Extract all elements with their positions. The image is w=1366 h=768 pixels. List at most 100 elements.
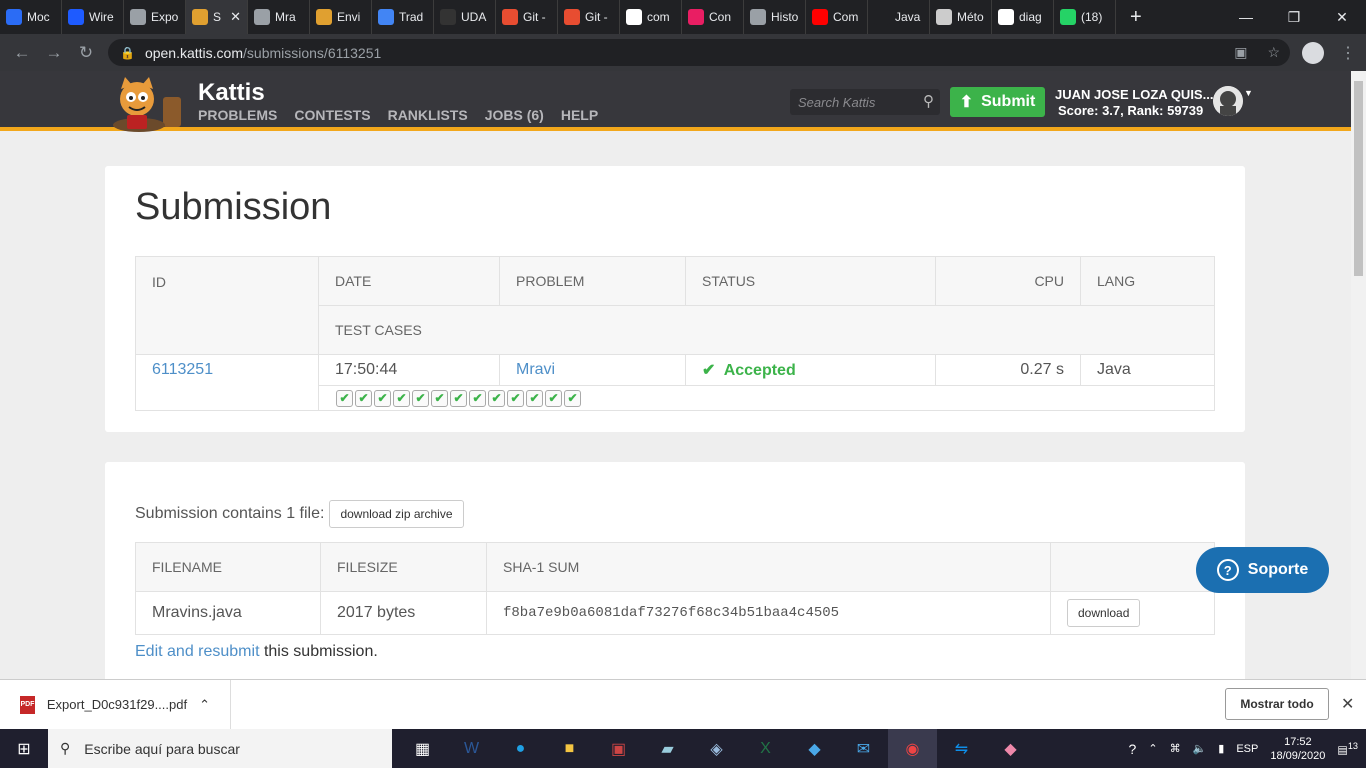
browser-tab[interactable]: Histo [744, 0, 806, 34]
test-case-pass-icon[interactable]: ✔ [545, 389, 562, 407]
test-case-pass-icon[interactable]: ✔ [355, 389, 372, 407]
back-icon[interactable]: ← [6, 43, 38, 63]
mail-icon[interactable]: ✉ [839, 729, 888, 768]
taskbar-search[interactable]: ⚲ Escribe aquí para buscar [48, 729, 392, 768]
browser-tab[interactable]: Moc [0, 0, 62, 34]
battery-icon[interactable]: ▮ [1218, 742, 1224, 755]
nav-ranklists[interactable]: RANKLISTS [388, 107, 468, 123]
submit-button[interactable]: ⬆ Submit [950, 87, 1045, 117]
nav-help[interactable]: HELP [561, 107, 598, 123]
notes-icon[interactable]: ▰ [643, 729, 692, 768]
test-case-pass-icon[interactable]: ✔ [526, 389, 543, 407]
browser-tab[interactable]: Méto [930, 0, 992, 34]
submission-table: ID DATE PROBLEM STATUS CPU LANG TEST CAS… [135, 256, 1215, 411]
browser-tab[interactable]: Mra [248, 0, 310, 34]
profile-avatar[interactable] [1302, 42, 1324, 64]
browser-tab[interactable]: Wire [62, 0, 124, 34]
support-button[interactable]: ? Soporte [1196, 547, 1329, 593]
chevron-up-icon[interactable]: ⌃ [199, 697, 210, 713]
scrollbar-thumb[interactable] [1354, 81, 1363, 276]
browser-tab[interactable]: Com [806, 0, 868, 34]
minimize-icon[interactable]: — [1222, 0, 1270, 34]
close-icon[interactable]: ✕ [1341, 694, 1354, 714]
user-avatar[interactable] [1213, 86, 1243, 116]
forward-icon[interactable]: → [38, 43, 70, 63]
windows-start-icon[interactable]: ⊞ [0, 729, 48, 768]
test-case-pass-icon[interactable]: ✔ [488, 389, 505, 407]
chevron-down-icon[interactable]: ▼ [1244, 88, 1253, 98]
table-row: Mravins.java 2017 bytes f8ba7e9b0a6081da… [135, 591, 1215, 635]
download-zip-button[interactable]: download zip archive [329, 500, 464, 528]
nav-contests[interactable]: CONTESTS [294, 107, 370, 123]
browser-tab[interactable]: Git - [496, 0, 558, 34]
show-all-button[interactable]: Mostrar todo [1225, 688, 1329, 720]
word-icon[interactable]: W [447, 729, 496, 768]
translate-icon[interactable]: ▣ [1234, 44, 1247, 61]
search-input[interactable]: Search Kattis ⚲ [790, 89, 940, 115]
browser-tab[interactable]: UDA [434, 0, 496, 34]
test-case-pass-icon[interactable]: ✔ [469, 389, 486, 407]
resubmit-link[interactable]: Edit and resubmit [135, 643, 260, 660]
file-explorer-icon[interactable]: ■ [545, 729, 594, 768]
submission-id-link[interactable]: 6113251 [152, 361, 213, 378]
problem-link[interactable]: Mravi [516, 361, 555, 378]
git-client-icon[interactable]: ◆ [986, 729, 1035, 768]
search-icon[interactable]: ⚲ [923, 92, 934, 110]
reload-icon[interactable]: ↻ [70, 43, 102, 63]
close-tab-icon[interactable]: ✕ [230, 9, 241, 25]
browser-tab[interactable]: S ✕ [186, 0, 248, 34]
test-case-pass-icon[interactable]: ✔ [374, 389, 391, 407]
submission-date: 17:50:44 [318, 354, 500, 386]
close-window-icon[interactable]: ✕ [1318, 0, 1366, 34]
restore-icon[interactable]: ❐ [1270, 0, 1318, 34]
browser-tab[interactable]: diag [992, 0, 1054, 34]
url-input[interactable]: 🔒 open.kattis.com/submissions/6113251 ▣ ☆ [108, 39, 1290, 66]
test-case-pass-icon[interactable]: ✔ [336, 389, 353, 407]
test-case-pass-icon[interactable]: ✔ [507, 389, 524, 407]
wifi-icon[interactable]: ⌘ [1170, 742, 1181, 755]
user-info[interactable]: JUAN JOSE LOZA QUIS... Score: 3.7, Rank:… [1055, 87, 1213, 119]
browser-tab[interactable]: com [620, 0, 682, 34]
file-size: 2017 bytes [320, 591, 487, 635]
visual-studio-icon[interactable]: ◆ [790, 729, 839, 768]
browser-tab[interactable]: Con [682, 0, 744, 34]
clock[interactable]: 17:52 18/09/2020 [1270, 735, 1325, 763]
app-icon[interactable]: ▣ [594, 729, 643, 768]
search-icon: ⚲ [60, 740, 71, 756]
edge-icon[interactable]: ● [496, 729, 545, 768]
help-icon[interactable]: ? [1129, 741, 1137, 757]
browser-tab[interactable]: Expo [124, 0, 186, 34]
box-icon[interactable]: ◈ [692, 729, 741, 768]
nav-problems[interactable]: PROBLEMS [198, 107, 277, 123]
kattis-logo[interactable] [105, 77, 187, 132]
new-tab-icon[interactable]: + [1130, 6, 1142, 29]
chrome-icon[interactable]: ◉ [888, 729, 937, 768]
browser-tab-strip: Moc Wire Expo S ✕ Mra Envi Trad UDA Git - Git - com… [0, 0, 1366, 34]
volume-icon[interactable]: 🔈 [1193, 742, 1207, 755]
nav-jobs[interactable]: JOBS (6) [485, 107, 544, 123]
browser-tab[interactable]: Trad [372, 0, 434, 34]
browser-tab[interactable]: (18) [1054, 0, 1116, 34]
test-case-pass-icon[interactable]: ✔ [450, 389, 467, 407]
test-case-pass-icon[interactable]: ✔ [412, 389, 429, 407]
page-scrollbar[interactable] [1351, 71, 1366, 679]
chevron-up-icon[interactable]: ⌃ [1148, 742, 1157, 755]
notifications-icon[interactable]: ▤13 [1337, 741, 1358, 757]
menu-kebab-icon[interactable]: ⋮ [1340, 43, 1356, 63]
browser-tab[interactable]: Git - [558, 0, 620, 34]
browser-tab[interactable]: Envi [310, 0, 372, 34]
teamviewer-icon[interactable]: ⇋ [937, 729, 986, 768]
language-indicator[interactable]: ESP [1236, 743, 1258, 755]
test-case-pass-icon[interactable]: ✔ [564, 389, 581, 407]
bookmark-star-icon[interactable]: ☆ [1267, 44, 1280, 61]
java-icon [874, 9, 890, 25]
task-view-icon[interactable]: ▦ [398, 729, 447, 768]
test-case-pass-icon[interactable]: ✔ [393, 389, 410, 407]
browser-tab[interactable]: Java [868, 0, 930, 34]
download-button[interactable]: download [1067, 599, 1141, 627]
test-case-pass-icon[interactable]: ✔ [431, 389, 448, 407]
download-item[interactable]: PDF Export_D0c931f29....pdf ⌃ [0, 679, 231, 730]
excel-icon[interactable]: X [741, 729, 790, 768]
tab-label: Trad [399, 10, 424, 24]
kattis-brand[interactable]: Kattis [198, 79, 265, 107]
